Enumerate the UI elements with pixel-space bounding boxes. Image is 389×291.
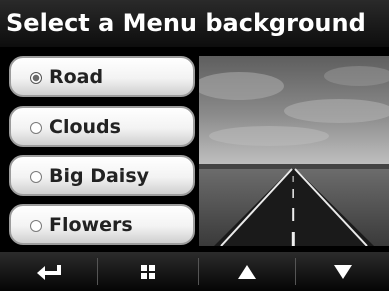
option-clouds[interactable]: Clouds	[9, 106, 195, 147]
up-arrow-icon	[238, 264, 256, 279]
option-flowers[interactable]: Flowers	[9, 204, 195, 245]
grid-menu-icon	[141, 264, 155, 279]
option-label: Road	[49, 66, 104, 88]
radio-icon	[30, 122, 42, 134]
option-label: Big Daisy	[49, 165, 150, 187]
scroll-down-button[interactable]	[296, 252, 389, 291]
option-label: Clouds	[49, 116, 121, 138]
radio-icon	[30, 220, 42, 232]
page-title: Select a Menu background	[6, 9, 366, 37]
radio-icon	[30, 171, 42, 183]
back-arrow-icon	[36, 264, 61, 280]
header-bar: Select a Menu background	[0, 0, 389, 47]
option-label: Flowers	[49, 214, 133, 236]
radio-icon	[30, 72, 42, 84]
bottom-toolbar	[0, 252, 389, 291]
option-big-daisy[interactable]: Big Daisy	[9, 155, 195, 196]
menu-button[interactable]	[98, 252, 198, 291]
option-road[interactable]: Road	[9, 56, 195, 97]
scroll-up-button[interactable]	[199, 252, 295, 291]
background-preview-image	[199, 56, 389, 246]
down-arrow-icon	[333, 264, 352, 279]
back-button[interactable]	[0, 252, 97, 291]
